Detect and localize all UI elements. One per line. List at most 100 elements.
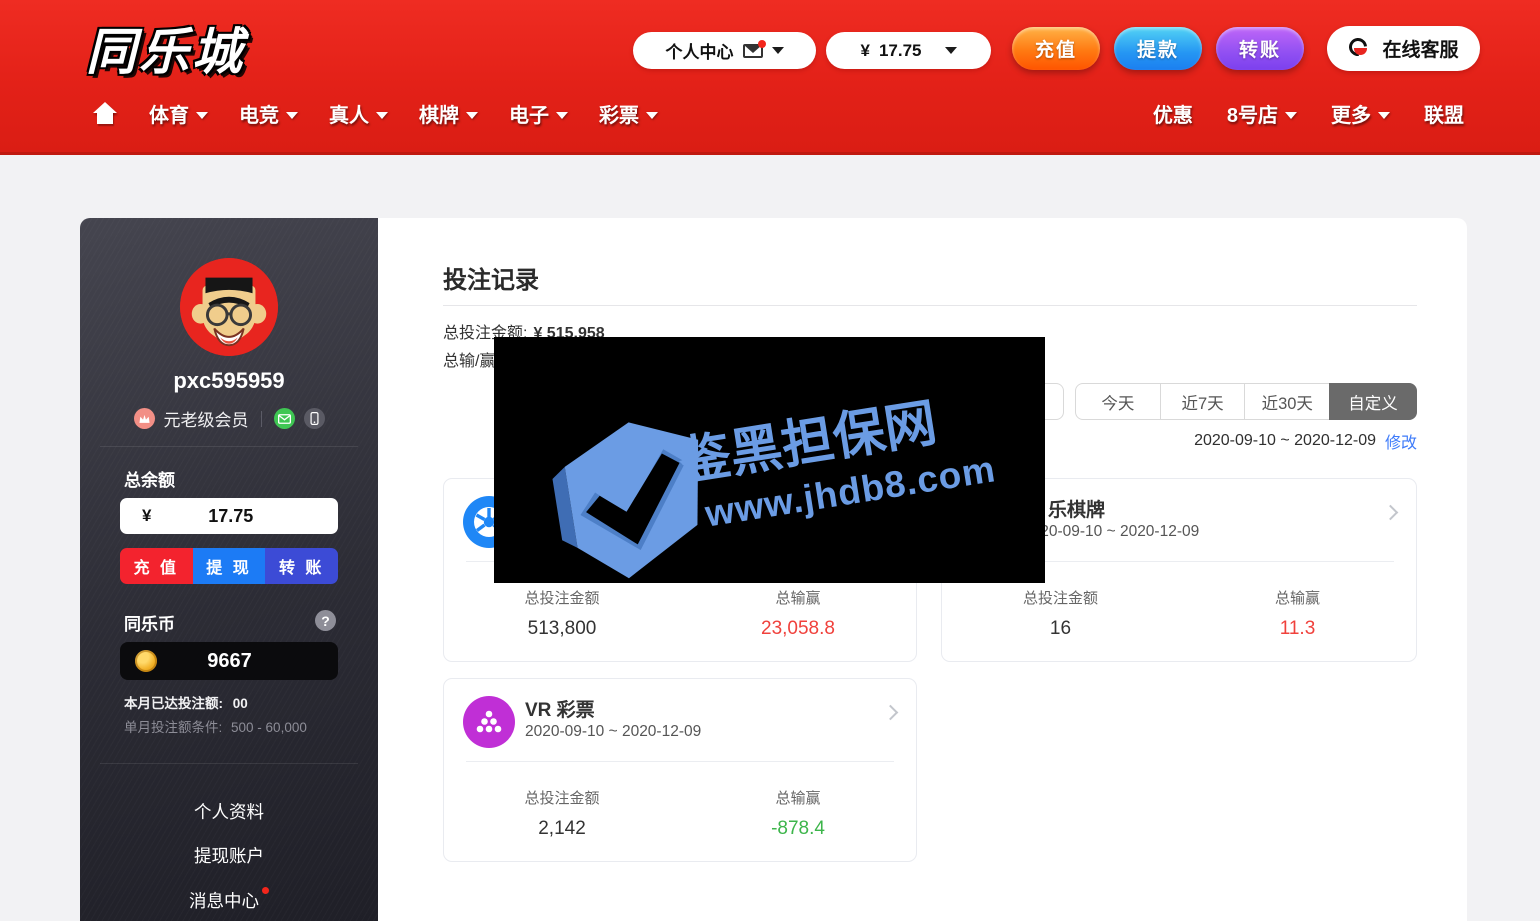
- balance-dropdown[interactable]: ¥ 17.75: [826, 32, 991, 69]
- balance-currency: ¥: [860, 41, 869, 61]
- winloss-value: 23,058.8: [680, 618, 916, 640]
- transfer-button[interactable]: 转账: [1216, 27, 1304, 70]
- user-center-dropdown[interactable]: 个人中心: [633, 32, 816, 69]
- total-balance-value: 17.75: [151, 506, 310, 527]
- bet-amount-value: 513,800: [444, 618, 680, 640]
- card-date-range: 2020-09-10 ~ 2020-12-09: [1023, 523, 1199, 541]
- card-title: 乐棋牌: [1048, 495, 1105, 522]
- nav-home[interactable]: [92, 102, 118, 126]
- mail-notification-icon: [743, 44, 763, 58]
- balance-amount: 17.75: [879, 41, 922, 61]
- crown-icon: [134, 408, 155, 429]
- secondary-nav: 优惠 8号店 更多 联盟: [1153, 99, 1464, 128]
- card-title: VR 彩票: [525, 695, 595, 722]
- nav-affiliate[interactable]: 联盟: [1424, 99, 1464, 128]
- home-icon: [92, 102, 118, 126]
- nav-more[interactable]: 更多: [1331, 99, 1390, 128]
- winloss-value: -878.4: [680, 818, 916, 840]
- help-icon[interactable]: [315, 610, 336, 631]
- coin-amount: 9667: [157, 650, 302, 673]
- bet-condition-value: 500 - 60,000: [231, 720, 307, 735]
- nav-slots[interactable]: 电子: [509, 99, 568, 128]
- chevron-down-icon: [1378, 112, 1390, 119]
- chevron-right-icon: [1383, 505, 1399, 521]
- total-balance-label: 总余额: [124, 466, 175, 491]
- winloss-label: 总输赢: [680, 787, 916, 808]
- card-vr-lottery[interactable]: VR 彩票 2020-09-10 ~ 2020-12-09 总投注金额 2,14…: [443, 678, 917, 862]
- headset-icon: [1348, 37, 1372, 61]
- notification-dot: [262, 887, 269, 894]
- top-header: 同乐城 个人中心 ¥ 17.75 充值 提款 转账 在线客服 体育 电竞 真人 …: [0, 0, 1540, 155]
- winloss-label: 总输赢: [1179, 587, 1416, 608]
- chevron-right-icon: [883, 705, 899, 721]
- nav-live[interactable]: 真人: [329, 99, 388, 128]
- nav-shop8[interactable]: 8号店: [1227, 99, 1297, 128]
- date-filter-group: 今天 近7天 近30天 自定义: [1075, 383, 1417, 420]
- user-center-label: 个人中心: [666, 38, 734, 63]
- nav-lottery[interactable]: 彩票: [599, 99, 658, 128]
- total-winloss-summary: 总输/赢: [443, 347, 495, 371]
- divider: [466, 761, 894, 762]
- online-service-label: 在线客服: [1382, 35, 1458, 62]
- bet-amount-label: 总投注金额: [444, 787, 680, 808]
- nav-sports[interactable]: 体育: [149, 99, 208, 128]
- monthly-bet-value: 00: [233, 696, 248, 711]
- username: pxc595959: [80, 368, 378, 394]
- bet-amount-label: 总投注金额: [942, 587, 1179, 608]
- deposit-button[interactable]: 充值: [1012, 27, 1100, 70]
- divider: [100, 763, 358, 764]
- divider: [100, 446, 358, 447]
- bet-amount-value: 16: [942, 618, 1179, 640]
- withdraw-button[interactable]: 提款: [1114, 27, 1202, 70]
- balance-actions: 充 值 提 现 转 账: [120, 548, 338, 584]
- nav-promotions[interactable]: 优惠: [1153, 99, 1193, 128]
- coin-icon: [135, 650, 157, 672]
- online-service-button[interactable]: 在线客服: [1327, 26, 1480, 71]
- winloss-label: 总输赢: [680, 587, 916, 608]
- main-nav: 体育 电竞 真人 棋牌 电子 彩票: [92, 99, 658, 128]
- nav-chess[interactable]: 棋牌: [419, 99, 478, 128]
- divider: [261, 411, 262, 427]
- sidebar-item-message-center[interactable]: 消息中心: [80, 888, 378, 913]
- sidebar-item-withdraw-account[interactable]: 提现账户: [80, 843, 378, 868]
- email-verified-icon[interactable]: [274, 408, 295, 429]
- bet-condition-line: 单月投注额条件: 500 - 60,000: [124, 716, 307, 736]
- chevron-down-icon: [1285, 112, 1297, 119]
- date-range-row: 2020-09-10 ~ 2020-12-09 修改: [1194, 429, 1417, 453]
- nav-esports[interactable]: 电竞: [239, 99, 298, 128]
- chevron-down-icon: [646, 112, 658, 119]
- chevron-down-icon: [556, 112, 568, 119]
- page-title: 投注记录: [443, 260, 539, 295]
- sidebar-item-profile[interactable]: 个人资料: [80, 799, 378, 824]
- filter-7days[interactable]: 近7天: [1160, 384, 1245, 419]
- level-badge-label: 元老级会员: [164, 406, 249, 431]
- lottery-balls-icon: [463, 696, 515, 748]
- chevron-down-icon: [196, 112, 208, 119]
- chevron-down-icon: [286, 112, 298, 119]
- sidebar-deposit-button[interactable]: 充 值: [120, 548, 193, 584]
- avatar: [180, 258, 278, 356]
- winloss-value: 11.3: [1179, 618, 1416, 640]
- filter-30days[interactable]: 近30天: [1244, 384, 1329, 419]
- phone-verified-icon[interactable]: [304, 408, 325, 429]
- watermark-overlay: 鉴黑担保网 www.jhdb8.com: [494, 337, 1045, 583]
- currency-symbol: ¥: [142, 506, 151, 526]
- site-logo[interactable]: 同乐城: [86, 12, 245, 84]
- chevron-down-icon: [772, 47, 784, 54]
- filter-today[interactable]: 今天: [1076, 384, 1160, 419]
- card-date-range: 2020-09-10 ~ 2020-12-09: [525, 723, 701, 741]
- divider: [443, 305, 1417, 306]
- bet-amount-value: 2,142: [444, 818, 680, 840]
- sidebar-withdraw-button[interactable]: 提 现: [193, 548, 266, 584]
- modify-link[interactable]: 修改: [1385, 429, 1417, 453]
- profile-sidebar: pxc595959 元老级会员 总余额 ¥ 17.75 充 值 提 现 转 账 …: [80, 218, 378, 921]
- chevron-down-icon: [945, 47, 957, 54]
- filter-custom[interactable]: 自定义: [1329, 383, 1417, 420]
- total-balance-field[interactable]: ¥ 17.75: [120, 498, 338, 534]
- sidebar-transfer-button[interactable]: 转 账: [265, 548, 338, 584]
- coin-balance-box: 9667: [120, 642, 338, 680]
- chevron-down-icon: [466, 112, 478, 119]
- monthly-bet-line: 本月已达投注额: 00: [124, 692, 248, 712]
- badge-row: 元老级会员: [80, 406, 378, 431]
- coin-label: 同乐币: [124, 610, 175, 635]
